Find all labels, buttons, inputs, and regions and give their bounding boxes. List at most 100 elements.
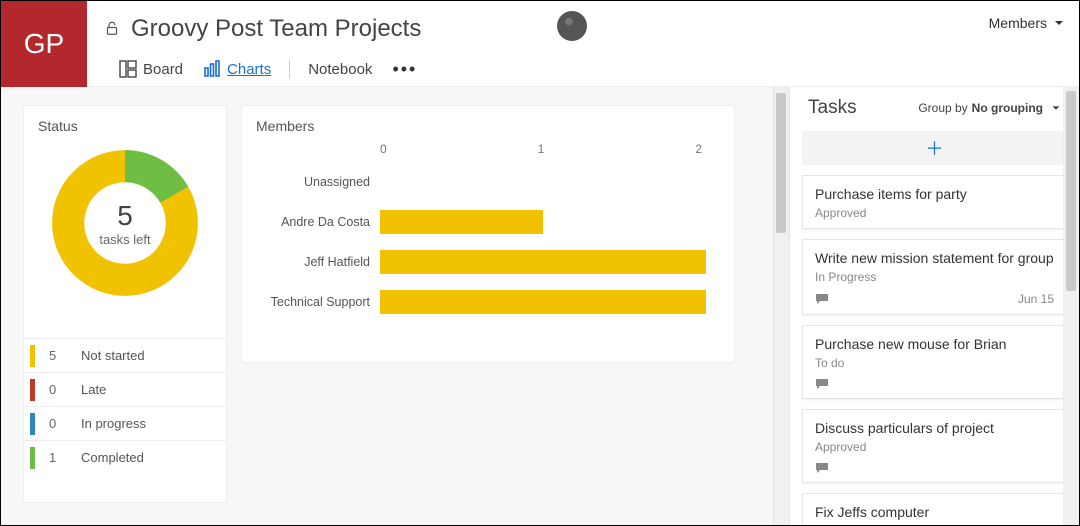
task-title: Purchase new mouse for Brian: [815, 336, 1054, 352]
main-scroll-thumb[interactable]: [776, 93, 786, 233]
members-dropdown[interactable]: Members: [989, 15, 1065, 31]
task-card[interactable]: Purchase new mouse for Brian To do: [802, 325, 1067, 399]
lock-icon: [103, 20, 121, 38]
view-tabs: Board Charts Notebook •••: [103, 53, 1067, 85]
legend-count: 1: [49, 450, 67, 465]
bar-label: Andre Da Costa: [260, 215, 380, 229]
donut-chart: 5 tasks left: [24, 148, 226, 298]
header-main: Groovy Post Team Projects Members Board: [87, 1, 1079, 85]
status-card: Status 5 tasks left 5 Not s: [23, 105, 227, 503]
task-card[interactable]: Discuss particulars of project Approved: [802, 409, 1067, 483]
task-title: Purchase items for party: [815, 186, 1054, 202]
bar-track: [380, 250, 706, 274]
title-row: Groovy Post Team Projects Members: [103, 7, 1067, 51]
task-meta: Jun 15: [815, 292, 1054, 306]
donut-count: 5: [117, 200, 133, 232]
legend-label: Not started: [81, 348, 145, 363]
status-card-title: Status: [24, 106, 226, 138]
app-header: GP Groovy Post Team Projects Members: [1, 1, 1079, 87]
bar-fill: [380, 210, 543, 234]
task-status: In Progress: [815, 270, 1054, 284]
tab-notebook-label: Notebook: [308, 61, 372, 78]
task-title: Discuss particulars of project: [815, 420, 1054, 436]
legend-label: In progress: [81, 416, 146, 431]
legend-completed[interactable]: 1 Completed: [24, 440, 226, 474]
bar-track: [380, 290, 706, 314]
team-badge: GP: [1, 1, 87, 87]
project-title: Groovy Post Team Projects: [131, 15, 421, 43]
legend-count: 5: [49, 348, 67, 363]
legend-count: 0: [49, 382, 67, 397]
more-menu[interactable]: •••: [382, 59, 427, 80]
app-body: Status 5 tasks left 5 Not s: [1, 87, 1079, 525]
bar-row: Technical Support: [260, 282, 706, 322]
bar-row: Andre Da Costa: [260, 202, 706, 242]
bar-track: [380, 210, 706, 234]
bar-label: Unassigned: [260, 175, 380, 189]
tab-board-label: Board: [143, 61, 183, 78]
comment-icon: [815, 462, 829, 474]
group-by-prefix: Group by: [918, 101, 967, 115]
members-dropdown-label: Members: [989, 15, 1047, 31]
panel-scroll-thumb[interactable]: [1066, 91, 1076, 291]
members-card-title: Members: [242, 106, 734, 138]
task-status: To do: [815, 356, 1054, 370]
members-card: Members 0 1 2 Unassigned Andre Da Costa Je…: [241, 105, 735, 363]
tab-charts[interactable]: Charts: [193, 53, 281, 85]
tab-charts-label: Charts: [227, 61, 271, 78]
swatch-completed: [30, 447, 35, 469]
bar-label: Jeff Hatfield: [260, 255, 380, 269]
caret-down-icon: [1053, 17, 1065, 29]
legend-label: Late: [81, 382, 106, 397]
swatch-in-progress: [30, 413, 35, 435]
add-task-button[interactable]: ＋: [802, 131, 1067, 165]
group-by-dropdown[interactable]: Group by No grouping: [918, 101, 1061, 115]
tab-notebook[interactable]: Notebook: [298, 53, 382, 85]
tasks-list: Purchase items for party Approved Write ne…: [790, 175, 1079, 525]
legend-label: Completed: [81, 450, 144, 465]
legend-in-progress[interactable]: 0 In progress: [24, 406, 226, 440]
bar-fill: [380, 290, 706, 314]
swatch-not-started: [30, 345, 35, 367]
task-meta: [815, 378, 1054, 390]
task-meta: [815, 462, 1054, 474]
task-card[interactable]: Fix Jeffs computerTo doJun 10: [802, 493, 1067, 525]
bar-row: Jeff Hatfield: [260, 242, 706, 282]
members-bar-chart: 0 1 2 Unassigned Andre Da Costa Jeff Hatfi…: [242, 138, 734, 332]
task-date: Jun 15: [1018, 292, 1054, 306]
task-status: Approved: [815, 440, 1054, 454]
charts-icon: [203, 60, 221, 78]
board-icon: [119, 60, 137, 78]
legend-not-started[interactable]: 5 Not started: [24, 338, 226, 372]
tick: 1: [538, 142, 545, 156]
avatar[interactable]: [557, 11, 587, 41]
task-title: Write new mission statement for group: [815, 250, 1054, 266]
bar-track: [380, 170, 706, 194]
status-legend: 5 Not started 0 Late 0 In progress 1 Com…: [24, 338, 226, 474]
donut-label: tasks left: [99, 232, 150, 247]
task-status: Approved: [815, 206, 1054, 220]
bar-fill: [380, 250, 706, 274]
panel-scrollbar[interactable]: [1063, 87, 1079, 525]
tick: 2: [695, 142, 702, 156]
main-scrollbar[interactable]: [773, 87, 789, 525]
tick: 0: [380, 142, 387, 156]
tab-board[interactable]: Board: [109, 53, 193, 85]
swatch-late: [30, 379, 35, 401]
tasks-panel-header: Tasks Group by No grouping: [790, 87, 1079, 127]
caret-down-icon: [1051, 103, 1061, 113]
task-card[interactable]: Write new mission statement for group In …: [802, 239, 1067, 315]
comment-icon: [815, 293, 829, 305]
task-status: To do: [815, 524, 1054, 525]
task-card[interactable]: Purchase items for party Approved: [802, 175, 1067, 229]
bar-row: Unassigned: [260, 162, 706, 202]
tasks-panel-title: Tasks: [808, 97, 857, 119]
legend-late[interactable]: 0 Late: [24, 372, 226, 406]
comment-icon: [815, 378, 829, 390]
plus-icon: ＋: [926, 135, 944, 161]
bar-label: Technical Support: [260, 295, 380, 309]
legend-count: 0: [49, 416, 67, 431]
charts-area: Status 5 tasks left 5 Not s: [1, 87, 789, 525]
tab-divider: [289, 60, 290, 78]
task-title: Fix Jeffs computer: [815, 504, 1054, 520]
